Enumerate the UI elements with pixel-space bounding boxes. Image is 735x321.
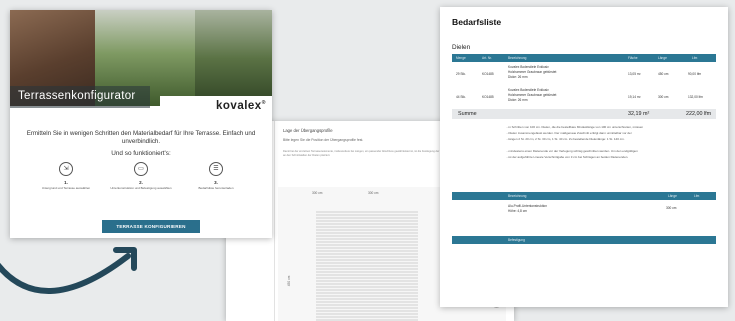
cell-laenge: 300 cm — [666, 206, 677, 210]
ruler-icon: ⇲ — [59, 162, 73, 176]
cell-bezeichnung-line2: Höhe: 4,8 cm — [508, 209, 527, 213]
step-number: 1. — [64, 180, 68, 185]
configurator-landing: Terrassenkonfigurator kovalex® Ermitteln… — [10, 10, 272, 238]
col-lfm: Lfm — [694, 194, 700, 198]
tool-subheading: Bitte legen Sie die Position der Übergan… — [283, 138, 364, 142]
cell-laenge: 450 cm — [658, 72, 669, 76]
step-1: ⇲ 1. Untergrund und Terrasse auswählen — [34, 162, 98, 190]
step-text: Untergrund und Terrasse auswählen — [41, 186, 91, 190]
tool-heading: Lage der Übergangsprofile — [283, 128, 333, 133]
col-bezeichnung: Bezeichnung — [508, 56, 527, 60]
cell-bezeichnung-line2: Holzhammer Graubraun gebürstet — [508, 70, 557, 74]
cell-flaeche: 13,05 m² — [628, 72, 641, 76]
note-line: ...längen 2 St. 20 cm, 2 St. 30 cm, 1 St… — [506, 137, 625, 141]
step-3: ☰ 3. Bedarfsliste herunterladen — [184, 162, 248, 190]
step-text: Bedarfsliste herunterladen — [198, 186, 234, 190]
steps-list: ⇲ 1. Untergrund und Terrasse auswählen ▭… — [34, 162, 248, 190]
hero-photo-garden — [195, 10, 272, 106]
note-line: ...Dielen zusammengefasst werden. Der ma… — [506, 131, 632, 135]
cell-flaeche: 19,14 m² — [628, 95, 641, 99]
cell-art: KO1485 — [482, 72, 494, 76]
note-line: ...mindestens einen Dielenende vor der V… — [506, 149, 638, 153]
bedarfsliste-document: Bedarfsliste Dielen Menge Art. Nr. Bezei… — [440, 7, 728, 307]
cell-bezeichnung-line1: Alu-Profil-Unterkonstruktion — [508, 204, 547, 208]
col-lfm: Lfm — [692, 56, 698, 60]
col-menge: Menge — [456, 56, 466, 60]
intro-text: Ermitteln Sie in wenigen Schritten den M… — [26, 130, 256, 145]
brand-logo-text: kovalex — [216, 100, 262, 112]
section-title-dielen: Dielen — [452, 44, 471, 51]
step-number: 2. — [139, 180, 143, 185]
col-art-nr: Art. Nr. — [482, 56, 492, 60]
summary-lfm: 222,00 lfm — [686, 111, 712, 117]
cell-menge: 44 Stk. — [456, 95, 466, 99]
dimension-label-side: 450 cm — [287, 275, 292, 287]
note-line: ...in Schritten von 100 cm. Dielen, die … — [506, 125, 644, 129]
step-number: 3. — [214, 180, 218, 185]
cell-bezeichnung-line1: Kovalex Bodendiele Exklusiv — [508, 65, 549, 69]
table-header: Menge Art. Nr. Bezeichnung Fläche Länge … — [452, 54, 716, 62]
cell-bezeichnung-line1: Kovalex Bodendiele Exklusiv — [508, 88, 549, 92]
table-header-unterkonstruktion: Bezeichnung Länge Lfm — [452, 192, 716, 200]
summary-area: 32,19 m² — [628, 111, 650, 117]
cell-bezeichnung-line2: Holzhammer Graubraun gebürstet — [508, 93, 557, 97]
terrace-planks[interactable] — [316, 211, 418, 321]
document-title: Bedarfsliste — [452, 17, 502, 27]
cell-bezeichnung-line3: Dicke: 26 mm — [508, 98, 528, 102]
col-laenge: Länge — [658, 56, 667, 60]
step-text: Unterkonstruktion und Befestigung auswäh… — [110, 186, 172, 190]
list-icon: ☰ — [209, 162, 223, 176]
dimension-label-left: 300 cm — [312, 191, 323, 195]
cell-lfm: 132,00 lfm — [688, 95, 703, 99]
frame-icon: ▭ — [134, 162, 148, 176]
col-bezeichnung: Befestigung — [508, 238, 525, 242]
cell-art: KO1485 — [482, 95, 494, 99]
how-it-works-heading: Und so funktioniert's: — [111, 150, 171, 157]
cell-menge: 29 Stk. — [456, 72, 466, 76]
dimension-label-right: 300 cm — [368, 191, 379, 195]
configurator-title: Terrassenkonfigurator — [18, 90, 136, 102]
note-line: ...ist der aufgeführte Lineare Verschnit… — [506, 155, 629, 159]
summary-label: Summe — [458, 111, 477, 117]
col-bezeichnung: Bezeichnung — [508, 194, 527, 198]
cell-laenge: 300 cm — [658, 95, 669, 99]
table-header-befestigung: Befestigung — [452, 236, 716, 244]
step-2: ▭ 2. Unterkonstruktion und Befestigung a… — [109, 162, 173, 190]
curved-arrow-icon — [0, 247, 137, 294]
brand-logo: kovalex® — [216, 100, 266, 112]
configure-terrace-button[interactable]: TERRASSE KONFIGURIEREN — [102, 220, 200, 233]
summary-row: Summe 32,19 m² 222,00 lfm — [452, 109, 716, 119]
col-flaeche: Fläche — [628, 56, 638, 60]
cell-lfm: 90,00 lfm — [688, 72, 702, 76]
col-laenge: Länge — [668, 194, 677, 198]
cell-bezeichnung-line3: Dicke: 26 mm — [508, 75, 528, 79]
